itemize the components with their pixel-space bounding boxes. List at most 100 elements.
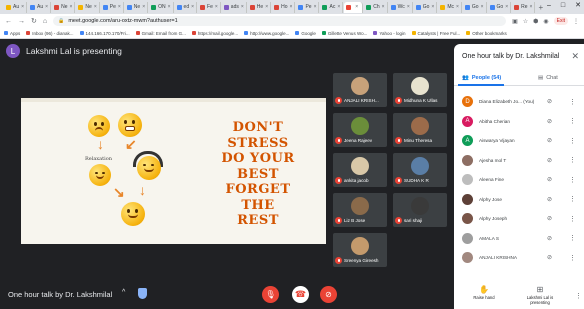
extension-icon[interactable]: ⬢ — [533, 18, 538, 25]
browser-tab[interactable]: Ho × — [272, 1, 296, 13]
close-tab-icon[interactable]: × — [337, 4, 340, 10]
participant-tile[interactable]: ankita jacob — [333, 153, 387, 187]
back-icon[interactable]: ← — [5, 18, 12, 25]
star-icon[interactable]: ☆ — [523, 18, 528, 25]
close-tab-icon[interactable]: × — [168, 4, 171, 10]
chevron-up-icon[interactable]: ^ — [122, 289, 125, 296]
meeting-title[interactable]: One hour talk by Dr. Lakshmilal — [8, 290, 112, 299]
browser-tab[interactable]: Mc × — [438, 1, 462, 13]
more-options-icon[interactable]: ⋮ — [569, 176, 576, 184]
mic-off-icon[interactable]: ⊘ — [547, 196, 552, 203]
browser-tab[interactable]: Pe × — [101, 1, 124, 13]
bookmark-item[interactable]: Gmail: Email from G... — [135, 31, 186, 36]
participant-tile[interactable]: Minu Theresa — [393, 113, 447, 147]
close-tab-icon[interactable]: × — [265, 4, 268, 10]
close-tab-icon[interactable]: × — [118, 4, 121, 10]
camera-off-button[interactable]: ⊘ — [320, 286, 337, 303]
raise-hand-button[interactable]: ✋ Raise hand — [468, 285, 500, 300]
participant-row[interactable]: Aleena Fine ⊘ ⋮ — [454, 170, 584, 190]
browser-tab[interactable]: Wc × — [389, 1, 413, 13]
home-icon[interactable]: ⌂ — [43, 18, 47, 25]
browser-tab[interactable]: Pe × — [296, 1, 320, 13]
browser-tab[interactable]: Go × — [488, 1, 512, 13]
browser-tab[interactable]: Re × — [512, 1, 536, 13]
bookmark-item[interactable]: Other bookmarks — [466, 31, 507, 36]
mic-off-icon[interactable]: ⊘ — [547, 235, 552, 242]
mic-off-icon[interactable]: ⊘ — [547, 98, 552, 105]
browser-tab[interactable]: Fe × — [198, 1, 221, 13]
participant-tile[interactable]: Sreenya Gireesh — [333, 233, 387, 267]
browser-tab[interactable]: Go × — [463, 1, 487, 13]
participant-row[interactable]: D Diana Elizabeth Jo... (You) ⊘ ⋮ — [454, 92, 584, 112]
participant-row[interactable]: Ajesha mol T ⊘ ⋮ — [454, 151, 584, 171]
close-tab-icon[interactable]: × — [505, 4, 508, 10]
menu-icon[interactable]: ⋮ — [573, 18, 579, 25]
mic-off-icon[interactable]: ⊘ — [547, 157, 552, 164]
more-options-icon[interactable]: ⋮ — [569, 254, 576, 262]
close-tab-icon[interactable]: × — [21, 4, 24, 10]
participant-row[interactable]: Alphy Joseph ⊘ ⋮ — [454, 209, 584, 229]
maximize-button[interactable]: □ — [561, 0, 565, 12]
close-tab-icon[interactable]: × — [481, 4, 484, 10]
browser-tab[interactable]: × — [344, 1, 364, 13]
microphone-off-button[interactable]: 🎙 — [262, 286, 279, 303]
participant-row[interactable]: ANJALI KRISHNA ⊘ ⋮ — [454, 248, 584, 268]
mic-off-icon[interactable]: ⊘ — [547, 215, 552, 222]
participant-row[interactable]: A Aiswarya Vijayan ⊘ ⋮ — [454, 131, 584, 151]
mic-off-icon[interactable]: ⊘ — [547, 118, 552, 125]
more-options-icon[interactable]: ⋮ — [569, 98, 576, 106]
bookmark-item[interactable]: 144.166.170.170/Fri... — [79, 31, 130, 36]
mic-off-icon[interactable]: ⊘ — [547, 137, 552, 144]
bookmark-item[interactable]: https://mail.google... — [191, 31, 238, 36]
bookmark-item[interactable]: http://www.google... — [244, 31, 289, 36]
browser-tab[interactable]: Ne × — [76, 1, 100, 13]
close-tab-icon[interactable]: × — [314, 4, 317, 10]
close-tab-icon[interactable]: × — [431, 4, 434, 10]
close-tab-icon[interactable]: × — [142, 4, 145, 10]
close-tab-icon[interactable]: × — [382, 4, 385, 10]
participant-row[interactable]: Alphy Jose ⊘ ⋮ — [454, 190, 584, 210]
browser-tab[interactable]: ON × — [149, 1, 174, 13]
bookmark-item[interactable]: Yahoo - login — [373, 31, 406, 36]
more-options-icon[interactable]: ⋮ — [569, 156, 576, 164]
close-tab-icon[interactable]: × — [407, 4, 410, 10]
browser-tab[interactable]: Ne × — [125, 1, 149, 13]
participant-row[interactable]: AMALA S ⊘ ⋮ — [454, 229, 584, 249]
minimize-button[interactable]: – — [547, 0, 551, 12]
bookmark-item[interactable]: Catalysts | Free Ful... — [411, 31, 460, 36]
shield-icon[interactable] — [138, 288, 147, 299]
close-tab-icon[interactable]: × — [530, 4, 533, 10]
browser-tab[interactable]: Go × — [414, 1, 438, 13]
mic-off-icon[interactable]: ⊘ — [547, 176, 552, 183]
more-options-icon[interactable]: ⋮ — [569, 117, 576, 125]
bookmark-item[interactable]: Apps — [4, 31, 20, 36]
participant-tile[interactable]: sari shaji — [393, 193, 447, 227]
profile-avatar[interactable]: ◉ — [543, 18, 548, 25]
close-tab-icon[interactable]: × — [45, 4, 48, 10]
more-options-icon[interactable]: ⋮ — [569, 234, 576, 242]
participant-tile[interactable]: ANJALI KRISH... — [333, 73, 387, 107]
tab-chat[interactable]: ▤ Chat — [538, 70, 558, 86]
close-tab-icon[interactable]: × — [456, 4, 459, 10]
close-tab-icon[interactable]: × — [241, 4, 244, 10]
browser-tab[interactable]: Au × — [4, 1, 28, 13]
camera-indicator-icon[interactable]: ▣ — [512, 18, 518, 25]
browser-tab[interactable]: ed × — [175, 1, 198, 13]
close-tab-icon[interactable]: × — [191, 4, 194, 10]
close-tab-icon[interactable]: × — [215, 4, 218, 10]
presenting-button[interactable]: ⊞ Lakshmi Lal is presenting — [518, 285, 562, 305]
close-tab-icon[interactable]: × — [94, 4, 97, 10]
browser-tab[interactable]: Ac × — [320, 1, 344, 13]
more-options-icon[interactable]: ⋮ — [569, 215, 576, 223]
close-tab-icon[interactable]: × — [355, 4, 358, 10]
forward-icon[interactable]: → — [18, 18, 25, 25]
participant-row[interactable]: A Abitha Cherian ⊘ ⋮ — [454, 112, 584, 132]
mic-off-icon[interactable]: ⊘ — [547, 254, 552, 261]
browser-tab[interactable]: He × — [248, 1, 272, 13]
participant-tile[interactable]: SUDHA K R — [393, 153, 447, 187]
browser-tab[interactable]: ads × — [222, 1, 247, 13]
new-tab-button[interactable]: + — [538, 3, 543, 12]
participant-tile[interactable]: Jeena Rajeev — [333, 113, 387, 147]
browser-tab[interactable]: Ch × — [364, 1, 388, 13]
url-input[interactable]: 🔒 meet.google.com/aru-oxtz-mwm?authuser=… — [53, 16, 507, 26]
